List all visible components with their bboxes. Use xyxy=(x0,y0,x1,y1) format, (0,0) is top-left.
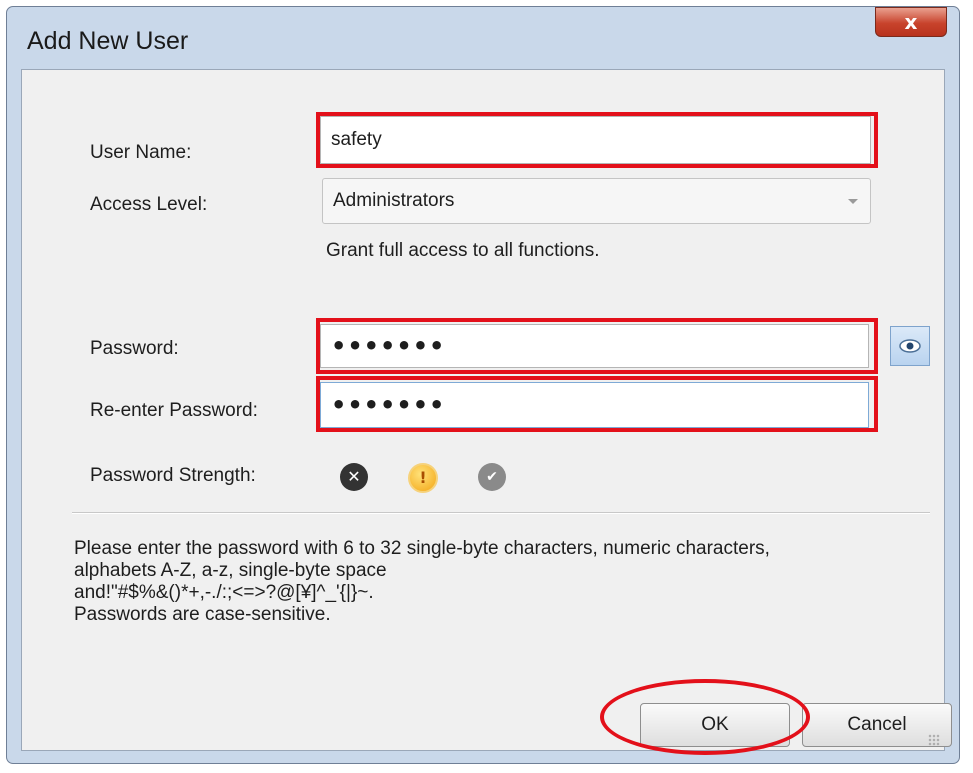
reenter-password-label: Re-enter Password: xyxy=(90,400,258,421)
username-highlight xyxy=(316,112,878,168)
reenter-password-highlight xyxy=(316,376,878,432)
add-user-dialog: Add New User x User Name: safety Access … xyxy=(6,6,960,764)
access-level-description: Grant full access to all functions. xyxy=(326,240,600,261)
check-circle-icon: ✔ xyxy=(478,463,506,491)
resize-grip[interactable] xyxy=(928,734,940,746)
show-password-button[interactable] xyxy=(890,326,930,366)
password-label: Password: xyxy=(90,338,179,359)
warning-circle-icon: ! xyxy=(408,463,438,493)
access-level-value: Administrators xyxy=(333,190,455,211)
password-requirements-text: Please enter the password with 6 to 32 s… xyxy=(74,538,914,626)
eye-icon xyxy=(899,339,921,353)
dialog-body: User Name: safety Access Level: Administ… xyxy=(21,69,952,751)
close-icon: x xyxy=(904,10,918,34)
x-circle-icon: ✕ xyxy=(340,463,368,491)
access-level-label: Access Level: xyxy=(90,194,208,215)
password-strength-label: Password Strength: xyxy=(90,465,256,486)
separator xyxy=(72,512,930,514)
hint-line: and!"#$%&()*+,-./:;<=>?@[¥]^_'{|}~. xyxy=(74,582,374,603)
ok-highlight-ring xyxy=(600,679,810,755)
dialog-title: Add New User xyxy=(27,27,189,55)
hint-line: Passwords are case-sensitive. xyxy=(74,604,331,625)
close-button[interactable]: x xyxy=(875,7,947,37)
hint-line: alphabets A-Z, a-z, single-byte space xyxy=(74,560,387,581)
title-bar[interactable]: Add New User x xyxy=(7,7,959,69)
chevron-down-icon xyxy=(848,199,858,204)
access-level-select[interactable]: Administrators xyxy=(322,178,871,224)
hint-line: Please enter the password with 6 to 32 s… xyxy=(74,538,770,559)
password-highlight xyxy=(316,318,878,374)
username-label: User Name: xyxy=(90,142,192,163)
